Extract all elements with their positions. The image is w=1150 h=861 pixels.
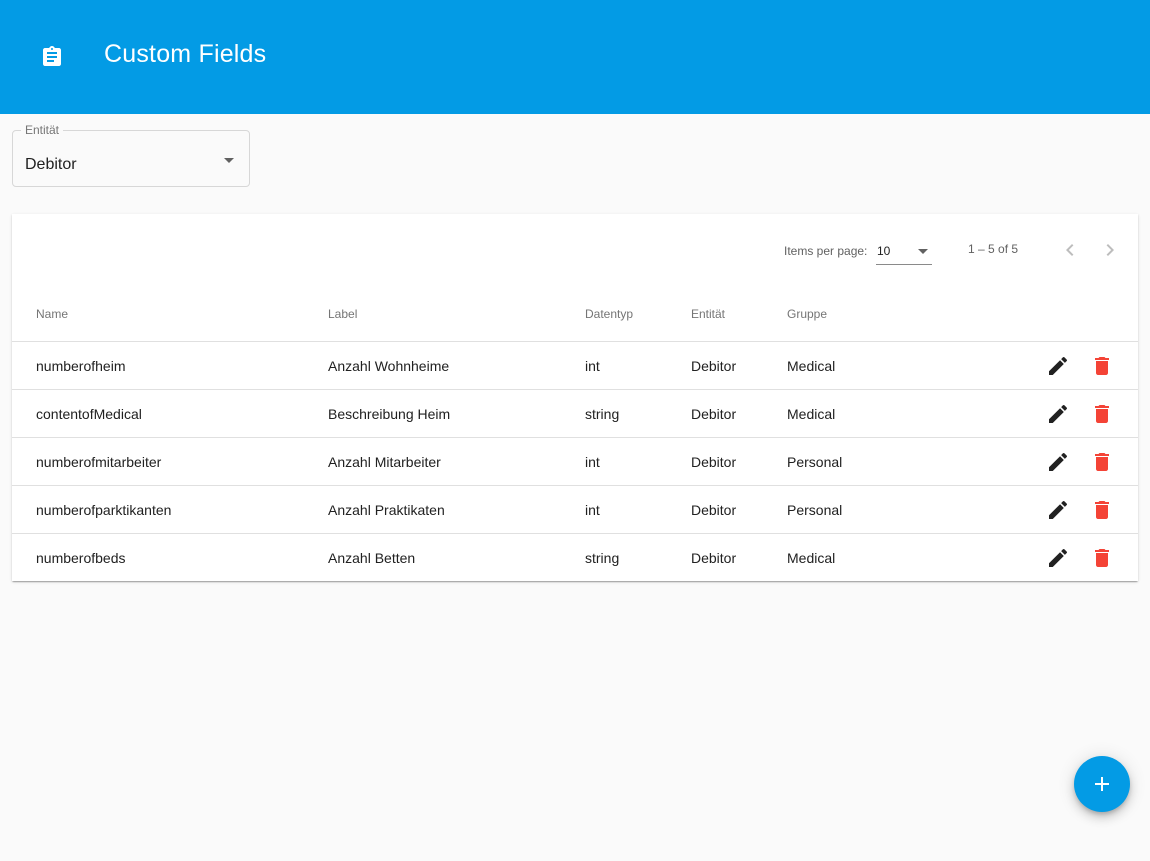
paginator: Items per page: 10 1 – 5 of 5 bbox=[12, 214, 1138, 286]
column-header-entitaet: Entität bbox=[691, 286, 787, 342]
custom-fields-table: Name Label Datentyp Entität Gruppe numbe… bbox=[12, 286, 1138, 581]
column-header-name: Name bbox=[12, 286, 328, 342]
row-actions bbox=[987, 341, 1138, 390]
page-title: Custom Fields bbox=[104, 40, 267, 68]
cell-datentyp: int bbox=[585, 341, 691, 390]
delete-button[interactable] bbox=[1090, 498, 1114, 522]
items-per-page-value: 10 bbox=[877, 244, 891, 258]
dropdown-arrow-icon bbox=[224, 158, 234, 163]
edit-icon bbox=[1049, 404, 1068, 423]
delete-button[interactable] bbox=[1090, 354, 1114, 378]
delete-icon bbox=[1095, 356, 1109, 375]
table-row: numberofmitarbeiter Anzahl Mitarbeiter i… bbox=[12, 437, 1138, 486]
next-page-button[interactable] bbox=[1098, 238, 1122, 262]
cell-entitaet: Debitor bbox=[691, 437, 787, 486]
delete-icon bbox=[1095, 500, 1109, 519]
row-actions bbox=[987, 534, 1138, 582]
column-header-datentyp: Datentyp bbox=[585, 286, 691, 342]
cell-label: Anzahl Praktikaten bbox=[328, 485, 585, 534]
row-actions bbox=[987, 389, 1138, 438]
edit-button[interactable] bbox=[1046, 354, 1070, 378]
edit-icon bbox=[1049, 548, 1068, 567]
edit-button[interactable] bbox=[1046, 450, 1070, 474]
items-per-page-label: Items per page: bbox=[784, 244, 868, 258]
cell-gruppe: Personal bbox=[787, 485, 987, 534]
column-header-actions bbox=[987, 286, 1138, 342]
delete-button[interactable] bbox=[1090, 546, 1114, 570]
cell-gruppe: Medical bbox=[787, 549, 836, 566]
cell-name: numberofparktikanten bbox=[12, 485, 328, 534]
entity-select[interactable]: Entität Debitor bbox=[12, 123, 250, 187]
cell-label: Anzahl Betten bbox=[328, 549, 416, 566]
cell-label: Anzahl Wohnheime bbox=[328, 341, 585, 390]
cell-gruppe: Personal bbox=[787, 437, 987, 486]
cell-gruppe: Medical bbox=[787, 389, 987, 438]
row-actions bbox=[987, 437, 1138, 486]
cell-entitaet: Debitor bbox=[691, 389, 787, 438]
cell-label: Beschreibung Heim bbox=[328, 389, 585, 438]
cell-entitaet: Debitor bbox=[691, 485, 787, 534]
table-header-row: Name Label Datentyp Entität Gruppe bbox=[12, 286, 1138, 342]
cell-gruppe: Medical bbox=[787, 341, 987, 390]
edit-icon bbox=[1049, 356, 1068, 375]
delete-button[interactable] bbox=[1090, 402, 1114, 426]
row-actions bbox=[987, 485, 1138, 534]
table-row: numberofparktikanten Anzahl Praktikaten … bbox=[12, 485, 1138, 534]
chevron-right-icon bbox=[1106, 244, 1114, 256]
entity-select-label: Entität bbox=[21, 123, 64, 137]
edit-icon bbox=[1049, 500, 1068, 519]
delete-icon bbox=[1095, 548, 1109, 567]
cell-datentyp: int bbox=[585, 485, 691, 534]
edit-icon bbox=[1049, 452, 1068, 471]
cell-name: numberofbeds bbox=[36, 549, 126, 566]
column-header-label: Label bbox=[328, 286, 585, 342]
delete-button[interactable] bbox=[1090, 450, 1114, 474]
cell-entitaet: Debitor bbox=[691, 549, 737, 566]
entity-select-value: Debitor bbox=[25, 156, 77, 173]
delete-icon bbox=[1095, 404, 1109, 423]
app-toolbar: Custom Fields bbox=[0, 0, 1150, 114]
cell-entitaet: Debitor bbox=[691, 341, 787, 390]
table-row: numberofbeds Anzahl Betten string Debito… bbox=[12, 534, 1138, 582]
items-per-page-select[interactable]: 10 bbox=[876, 240, 932, 265]
cell-datentyp: string bbox=[585, 389, 691, 438]
table-row: numberofheim Anzahl Wohnheime int Debito… bbox=[12, 341, 1138, 390]
edit-button[interactable] bbox=[1046, 498, 1070, 522]
add-field-button[interactable] bbox=[1074, 756, 1130, 812]
edit-button[interactable] bbox=[1046, 546, 1070, 570]
dropdown-arrow-icon bbox=[918, 249, 928, 254]
delete-icon bbox=[1095, 452, 1109, 471]
assignment-icon bbox=[40, 45, 64, 69]
cell-name: numberofmitarbeiter bbox=[12, 437, 328, 486]
chevron-left-icon bbox=[1066, 244, 1074, 256]
cell-name: numberofheim bbox=[12, 341, 328, 390]
cell-datentyp: string bbox=[585, 549, 620, 566]
custom-fields-card: Items per page: 10 1 – 5 of 5 Name Label… bbox=[12, 214, 1138, 581]
column-header-gruppe: Gruppe bbox=[787, 286, 987, 342]
edit-button[interactable] bbox=[1046, 402, 1070, 426]
cell-name: contentofMedical bbox=[12, 389, 328, 438]
table-row: contentofMedical Beschreibung Heim strin… bbox=[12, 389, 1138, 438]
page-range-label: 1 – 5 of 5 bbox=[968, 242, 1019, 256]
cell-datentyp: int bbox=[585, 437, 691, 486]
cell-label: Anzahl Mitarbeiter bbox=[328, 437, 585, 486]
previous-page-button[interactable] bbox=[1058, 238, 1082, 262]
add-icon bbox=[1095, 777, 1109, 791]
